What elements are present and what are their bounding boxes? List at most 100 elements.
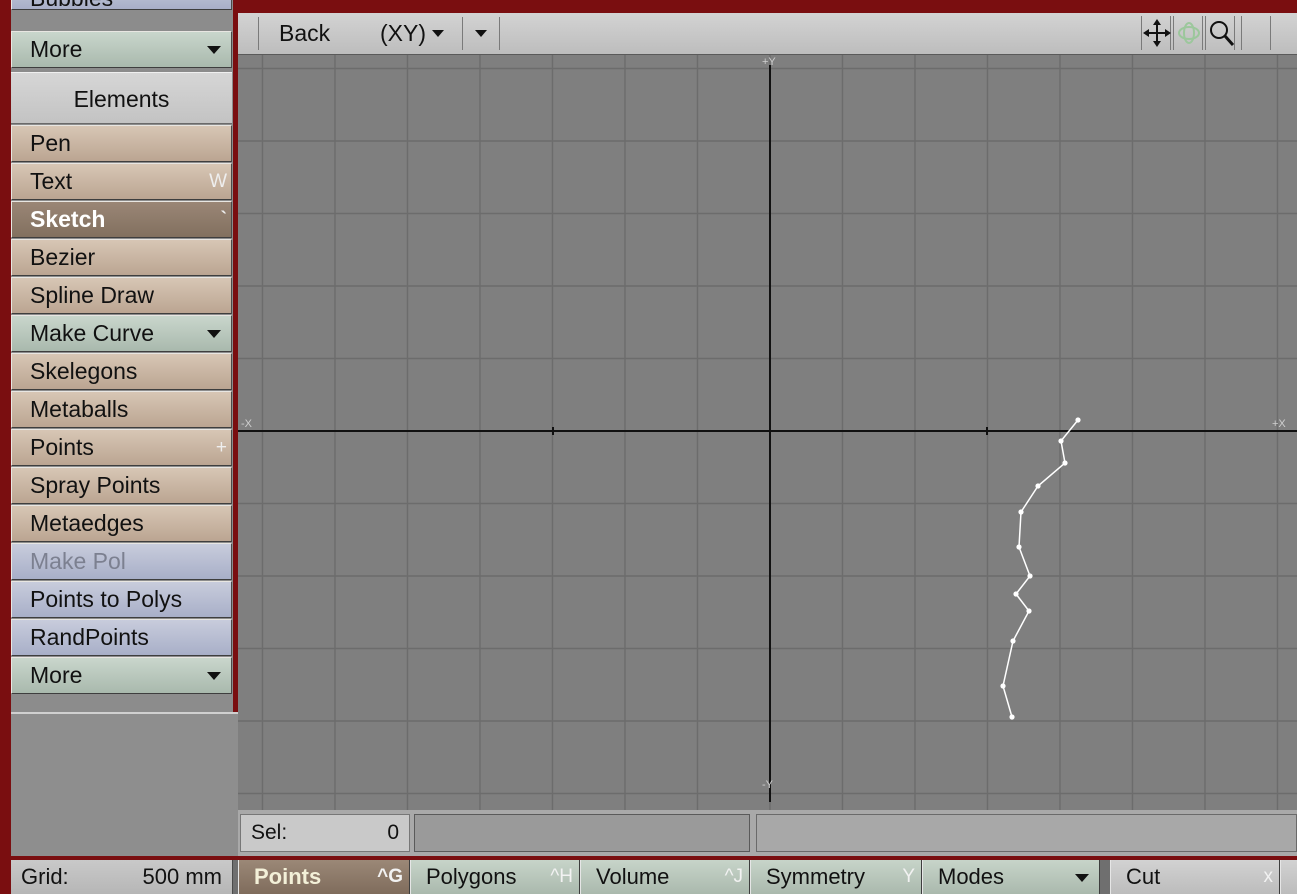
curve-point bbox=[1058, 438, 1064, 444]
mode-cut-button[interactable]: Cut x bbox=[1110, 860, 1280, 894]
tool-label: Text bbox=[30, 168, 73, 194]
mode-modes-button[interactable]: Modes bbox=[922, 860, 1100, 894]
axis-y-neg-label: -Y bbox=[762, 779, 773, 791]
tool-bubbles[interactable]: Bubbles bbox=[11, 0, 232, 10]
tool-skelegons-button[interactable]: Skelegons bbox=[11, 353, 232, 390]
viewport-canvas[interactable]: +Y -Y -X +X bbox=[238, 55, 1297, 810]
chevron-down-icon bbox=[207, 672, 221, 680]
shortcut-hint: x bbox=[1263, 866, 1274, 887]
mode-label: Polygons bbox=[426, 864, 517, 889]
move-icon[interactable] bbox=[1141, 16, 1171, 50]
axis-x-neg-label: -X bbox=[241, 418, 252, 430]
tool-panel: Bubbles More Elements Pen Text W Sketch ` Bez… bbox=[11, 0, 241, 856]
tool-label: More bbox=[30, 662, 83, 688]
tool-sketch-button[interactable]: Sketch ` bbox=[11, 201, 232, 238]
curve-point bbox=[1062, 460, 1068, 466]
tool-label: RandPoints bbox=[30, 624, 149, 650]
tool-make-pol-button: Make Pol bbox=[11, 543, 232, 580]
curve-point bbox=[1026, 608, 1032, 614]
shortcut-hint: ` bbox=[220, 209, 227, 230]
axis-x-pos-label: +X bbox=[1272, 418, 1286, 430]
curve-point bbox=[1009, 714, 1015, 720]
chevron-down-icon bbox=[207, 330, 221, 338]
shortcut-hint: ^J bbox=[724, 866, 743, 887]
tool-label: More bbox=[30, 36, 83, 62]
tool-text-button[interactable]: Text W bbox=[11, 163, 232, 200]
sel-label: Sel: bbox=[251, 821, 288, 844]
rotate-icon[interactable] bbox=[1173, 16, 1203, 50]
mode-c-button[interactable]: C bbox=[1280, 860, 1297, 894]
mode-label: Modes bbox=[938, 864, 1005, 889]
view-axes-label: (XY) bbox=[380, 20, 426, 46]
mode-points-button[interactable]: Points ^G bbox=[238, 860, 410, 894]
tool-metaedges-button[interactable]: Metaedges bbox=[11, 505, 232, 542]
curve-point bbox=[1000, 683, 1006, 689]
shortcut-hint: Y bbox=[902, 866, 915, 887]
shortcut-hint: + bbox=[215, 437, 227, 458]
sel-value: 0 bbox=[387, 821, 399, 844]
selection-count: Sel: 0 bbox=[240, 814, 410, 852]
tool-label: Spray Points bbox=[30, 472, 161, 498]
mode-volume-button[interactable]: Volume ^J bbox=[580, 860, 750, 894]
selection-info-bar: Sel: 0 bbox=[238, 810, 1297, 856]
tool-randpoints-button[interactable]: RandPoints bbox=[11, 619, 232, 656]
tool-make-curve-button[interactable]: Make Curve bbox=[11, 315, 232, 352]
panel-empty-area bbox=[11, 712, 241, 856]
tool-label: Spline Draw bbox=[30, 282, 154, 308]
grid-size-display: Grid: 500 mm bbox=[11, 860, 233, 894]
view-type-dropdown[interactable] bbox=[462, 17, 500, 50]
info-field bbox=[756, 814, 1297, 852]
shortcut-hint: ^H bbox=[550, 866, 573, 887]
tool-points-button[interactable]: Points + bbox=[11, 429, 232, 466]
viewport-back[interactable]: Back (XY) +Y -Y -X +X bbox=[238, 13, 1297, 810]
tool-label: Points bbox=[30, 434, 94, 460]
shortcut-hint: W bbox=[209, 171, 227, 192]
tool-points-to-polys-button[interactable]: Points to Polys bbox=[11, 581, 232, 618]
tool-label: Metaedges bbox=[30, 510, 144, 536]
chevron-down-icon bbox=[475, 30, 487, 37]
view-axes-dropdown[interactable]: (XY) bbox=[354, 17, 458, 50]
curve-point bbox=[1016, 544, 1022, 550]
axis-y-pos-label: +Y bbox=[762, 56, 776, 68]
tool-more-dropdown[interactable]: More bbox=[11, 657, 232, 694]
mode-label: Points bbox=[254, 864, 322, 889]
grid-label: Grid: bbox=[21, 864, 69, 889]
tool-label: Sketch bbox=[30, 206, 106, 232]
shortcut-hint: ^G bbox=[377, 866, 403, 887]
tool-label: Metaballs bbox=[30, 396, 129, 422]
view-name-button[interactable]: Back bbox=[258, 17, 354, 50]
tool-metaballs-button[interactable]: Metaballs bbox=[11, 391, 232, 428]
tool-label: Make Pol bbox=[30, 548, 126, 574]
bottom-bar: Grid: 500 mm Points ^G Polygons ^H Volume ^J S… bbox=[11, 860, 1297, 894]
zoom-icon[interactable] bbox=[1205, 16, 1235, 50]
tool-label: Pen bbox=[30, 130, 71, 156]
more-dropdown-top[interactable]: More bbox=[11, 31, 232, 68]
curve-point bbox=[1010, 638, 1016, 644]
curve-point bbox=[1018, 509, 1024, 515]
tool-pen-button[interactable]: Pen bbox=[11, 125, 232, 162]
viewport-toolbar: Back (XY) bbox=[238, 13, 1297, 55]
tool-spline-draw-button[interactable]: Spline Draw bbox=[11, 277, 232, 314]
tool-label: Make Curve bbox=[30, 320, 154, 346]
mode-symmetry-button[interactable]: Symmetry Y bbox=[750, 860, 922, 894]
curve-point bbox=[1027, 573, 1033, 579]
viewport-options-button[interactable] bbox=[1241, 16, 1271, 50]
mode-label: Cut bbox=[1126, 864, 1161, 889]
curve-point bbox=[1013, 591, 1019, 597]
chevron-down-icon bbox=[207, 46, 221, 54]
tool-label: Skelegons bbox=[30, 358, 138, 384]
chevron-down-icon bbox=[432, 30, 444, 37]
tool-label: Bezier bbox=[30, 244, 96, 270]
tool-bezier-button[interactable]: Bezier bbox=[11, 239, 232, 276]
mode-label: Volume bbox=[596, 864, 670, 889]
tool-label: Points to Polys bbox=[30, 586, 183, 612]
mode-polygons-button[interactable]: Polygons ^H bbox=[410, 860, 580, 894]
tool-label: Bubbles bbox=[30, 0, 113, 9]
selection-field bbox=[414, 814, 750, 852]
view-name-label: Back bbox=[279, 20, 331, 46]
tool-spray-points-button[interactable]: Spray Points bbox=[11, 467, 232, 504]
chevron-down-icon bbox=[1075, 874, 1089, 882]
mode-label: Symmetry bbox=[766, 864, 865, 889]
elements-tab-header[interactable]: Elements bbox=[11, 72, 232, 124]
viewport-grid bbox=[238, 55, 1297, 810]
